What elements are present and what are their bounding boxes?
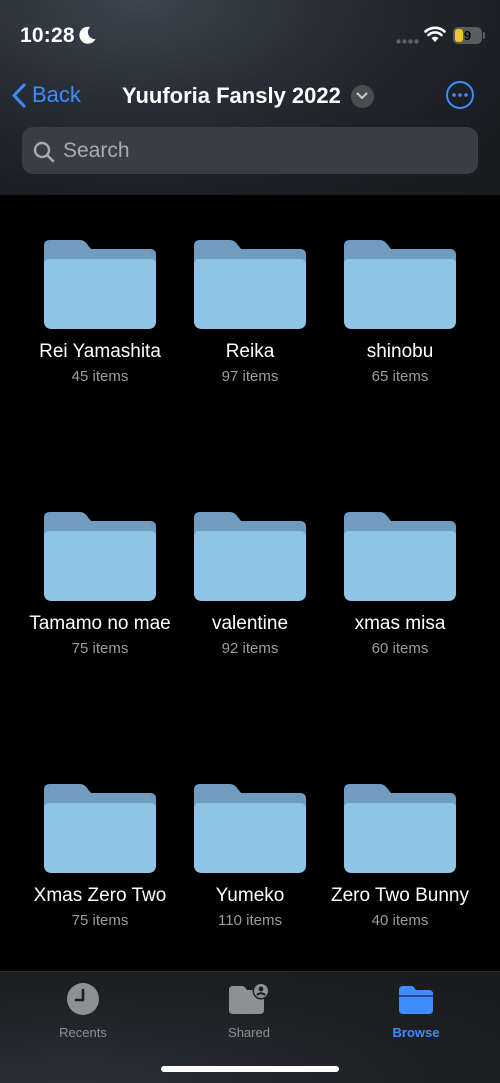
folder-title-menu[interactable]: Yuuforia Fansly 2022 [122,83,374,109]
folder-item-count: 75 items [71,640,129,657]
folder-item-count: 110 items [218,912,282,929]
folder-item[interactable]: Yumeko 110 items [175,784,325,931]
folder-item[interactable]: Reika 97 items [175,240,325,387]
folder-name: Reika [225,341,275,362]
more-options-button[interactable] [446,81,474,109]
folder-name: Tamamo no mae [29,613,171,634]
folder-icon [44,240,156,329]
folder-icon [44,784,156,873]
folder-name: shinobu [366,341,434,362]
search-placeholder: Search [63,138,130,162]
search-input[interactable]: Search [22,127,478,174]
battery-icon: 9 [453,27,482,44]
chevron-down-icon[interactable] [350,84,374,108]
folder-icon [399,986,433,1014]
tab-label: Recents [59,1025,107,1040]
tab-browse[interactable]: Browse [366,982,466,1040]
folder-icon [44,512,156,601]
folder-item[interactable]: Tamamo no mae 75 items [25,512,175,659]
back-button[interactable]: Back [12,82,81,108]
folder-item[interactable]: Zero Two Bunny 40 items [325,784,475,931]
shared-folder-icon [229,982,270,1014]
folder-item[interactable]: Rei Yamashita 45 items [25,240,175,387]
folder-icon [194,512,306,601]
folder-item-count: 45 items [71,368,129,385]
folder-item-count: 65 items [371,368,429,385]
home-indicator[interactable] [161,1066,339,1072]
wifi-icon [424,26,446,42]
tab-shared[interactable]: Shared [199,982,299,1040]
folder-icon [194,240,306,329]
folder-item[interactable]: xmas misa 60 items [325,512,475,659]
navigation-bar: Back Yuuforia Fansly 2022 [0,70,500,122]
tab-recents[interactable]: Recents [33,982,133,1040]
folder-name: Zero Two Bunny [330,885,469,906]
status-time: 10:28 [20,24,75,47]
folder-name: Yumeko [215,885,285,906]
clock-icon [67,983,99,1015]
battery-tip [483,32,485,39]
folder-name: Rei Yamashita [39,341,161,362]
ellipsis-icon [452,93,468,97]
folder-name: Xmas Zero Two [33,885,167,906]
folder-item-count: 75 items [71,912,129,929]
folder-item-count: 60 items [371,640,429,657]
folder-item[interactable]: valentine 92 items [175,512,325,659]
folder-item[interactable]: Xmas Zero Two 75 items [25,784,175,931]
folder-item-count: 97 items [221,368,279,385]
back-label: Back [32,82,81,107]
status-bar: 10:28 9 [0,0,500,70]
folder-item-count: 40 items [371,912,429,929]
tab-label: Shared [228,1025,270,1040]
folder-icon [344,784,456,873]
folder-icon [194,784,306,873]
files-app-screen: 10:28 9 Back Yuuforia Fansly 2022 Search… [0,0,500,1083]
search-icon [33,141,55,162]
page-title: Yuuforia Fansly 2022 [122,83,341,108]
chevron-left-icon [12,83,26,107]
folder-name: xmas misa [354,613,446,634]
header-area: 10:28 9 Back Yuuforia Fansly 2022 Search [0,0,500,195]
moon-icon [79,26,96,44]
folder-icon [344,240,456,329]
battery-level: 9 [463,28,472,43]
cellular-dots-icon [396,39,419,44]
folder-item-count: 92 items [221,640,279,657]
folder-item[interactable]: shinobu 65 items [325,240,475,387]
folder-name: valentine [211,613,289,634]
folder-icon [344,512,456,601]
tab-label: Browse [392,1025,440,1040]
folder-grid: Rei Yamashita 45 items Reika 97 items sh… [0,194,500,971]
